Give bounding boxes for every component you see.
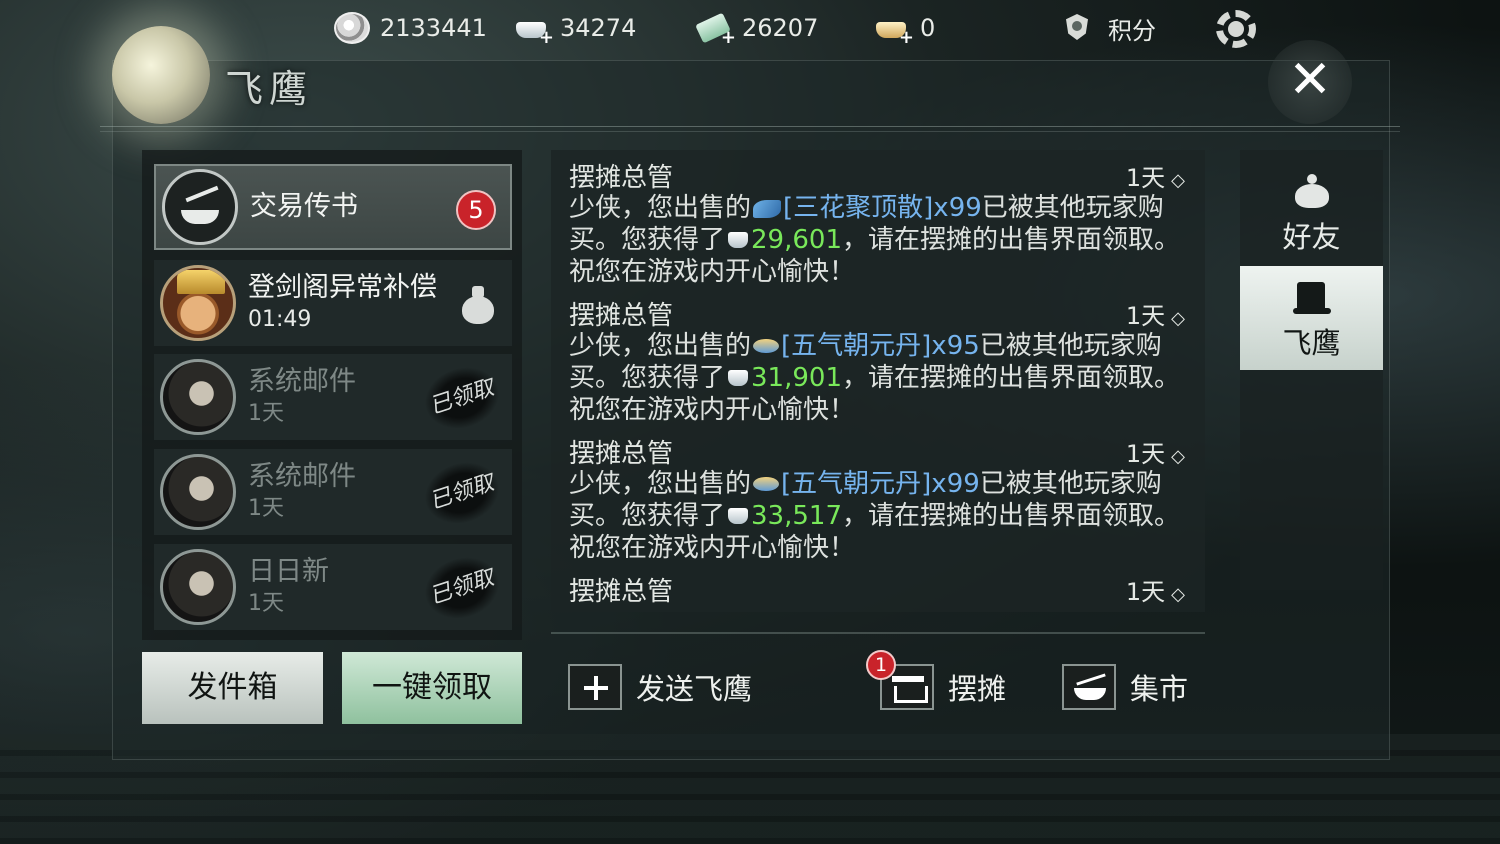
currency-value: 2133441 <box>380 14 487 42</box>
message-time: 1天 <box>1125 163 1166 192</box>
message-text: 少侠，您出售的 <box>569 193 752 223</box>
page-title: 飞鹰 <box>225 67 314 111</box>
unread-badge: 5 <box>456 190 496 230</box>
mail-item-system[interactable]: 系统邮件 1天 已领取 <box>154 449 512 535</box>
diamond-icon: ◇ <box>1171 307 1185 329</box>
outbox-button[interactable]: 发件箱 <box>142 652 323 724</box>
avatar <box>160 454 236 530</box>
silver-ingot-icon <box>728 232 749 248</box>
stall-button[interactable]: 摆摊 <box>880 662 1006 712</box>
close-button[interactable]: ✕ <box>1268 40 1352 124</box>
message-sender: 摆摊总管 <box>569 576 674 607</box>
message-text: 少侠，您出售的 <box>569 331 752 361</box>
plus-icon <box>568 664 622 710</box>
message-sender: 摆摊总管 <box>569 438 674 469</box>
stall-label: 摆摊 <box>948 672 1007 706</box>
shield-icon <box>1062 12 1098 44</box>
moon-emblem <box>112 26 210 124</box>
diamond-icon: ◇ <box>1171 169 1185 191</box>
item-link[interactable]: [五气朝元丹]x95 <box>781 331 980 361</box>
side-tabs: 好友 飞鹰 <box>1240 150 1383 590</box>
message-sender: 摆摊总管 <box>569 162 674 193</box>
message-body: 少侠，您出售的 [五气朝元丹]x99已被其他玩家购买。您获得了 33,517，请在摆… <box>569 468 1185 564</box>
amount: 33,517 <box>751 501 842 531</box>
header-divider <box>100 126 1400 132</box>
tab-label: 飞鹰 <box>1282 326 1341 360</box>
tab-label: 好友 <box>1282 220 1341 254</box>
mail-list: 交易传书 5 登剑阁异常补偿 01:49 系统邮件 1天 已领取 系统邮件 1天… <box>142 150 522 640</box>
claim-all-button[interactable]: 一键领取 <box>342 652 522 724</box>
message-body: 少侠，您出售的 [三花聚顶散]x99已被其他玩家购买。您获得了 29,601，请在摆… <box>569 192 1185 288</box>
points-label: 积分 <box>1108 16 1156 45</box>
scale-icon <box>162 169 238 245</box>
money-bag-icon <box>458 284 498 326</box>
currency-value: 0 <box>920 14 936 42</box>
currency-value: 26207 <box>742 14 819 42</box>
avatar <box>160 265 236 341</box>
message-text: 少侠，您出售的 <box>569 469 752 499</box>
message-time: 1天 <box>1125 439 1166 468</box>
mail-item-compensation[interactable]: 登剑阁异常补偿 01:49 <box>154 260 512 346</box>
mail-item-daily[interactable]: 日日新 1天 已领取 <box>154 544 512 630</box>
avatar <box>160 359 236 435</box>
message-entry: 摆摊总管 1天 ◇ 少侠，您出售的 [五气朝元丹]x99已被其他玩家购买。您获得了 3… <box>551 426 1205 564</box>
message-sender: 摆摊总管 <box>569 300 674 331</box>
send-message-button[interactable]: 发送飞鹰 <box>568 662 752 712</box>
message-body: 少侠，您出售的 [五气朝元丹]x95已被其他玩家购买。您获得了 31,901，请在摆… <box>569 330 1185 426</box>
currency-gold[interactable]: 0 <box>874 10 936 48</box>
amount: 31,901 <box>751 363 842 393</box>
message-list[interactable]: 摆摊总管 1天 ◇ 少侠，您出售的 [三花聚顶散]x99已被其他玩家购买。您获得了 2… <box>551 150 1205 612</box>
divider <box>551 632 1205 634</box>
message-entry: 摆摊总管 1天 ◇ 少侠，您出售的 [三花聚顶散]x99已被其他玩家购买。您获得了 2… <box>551 150 1205 288</box>
silver-ingot-icon <box>728 370 749 386</box>
currency-value: 34274 <box>560 14 637 42</box>
market-label: 集市 <box>1130 672 1189 706</box>
silver-ingot-icon <box>728 508 749 524</box>
mail-item-trade[interactable]: 交易传书 5 <box>154 164 512 250</box>
mail-item-system[interactable]: 系统邮件 1天 已领取 <box>154 354 512 440</box>
item-icon <box>753 339 780 353</box>
ticket-icon <box>696 12 736 48</box>
currency-coin[interactable]: 2133441 <box>334 10 487 46</box>
message-time: 1天 <box>1125 301 1166 330</box>
tab-flying-eagle[interactable]: 飞鹰 <box>1240 266 1383 370</box>
item-link[interactable]: [三花聚顶散]x99 <box>783 193 982 223</box>
send-label: 发送飞鹰 <box>636 672 753 706</box>
market-button[interactable]: 集市 <box>1062 662 1188 712</box>
avatar <box>160 549 236 625</box>
message-time: 1天 <box>1125 577 1166 606</box>
gold-ingot-icon <box>874 12 914 48</box>
points-button[interactable]: 积分 <box>1062 10 1156 46</box>
diamond-icon: ◇ <box>1171 445 1185 467</box>
diamond-icon: ◇ <box>1171 583 1185 605</box>
currency-silver[interactable]: 34274 <box>514 10 637 48</box>
silver-ingot-icon <box>514 12 554 48</box>
scale-icon <box>1062 664 1116 710</box>
tab-friends[interactable]: 好友 <box>1240 160 1383 264</box>
teapot-icon <box>1289 172 1335 212</box>
item-icon <box>753 200 782 218</box>
item-icon <box>753 477 780 491</box>
currency-ticket[interactable]: 26207 <box>696 10 819 48</box>
item-link[interactable]: [五气朝元丹]x99 <box>781 469 980 499</box>
coin-icon <box>334 12 370 44</box>
gear-icon[interactable] <box>1212 6 1260 52</box>
close-icon: ✕ <box>1288 50 1332 110</box>
scroll-icon <box>1289 278 1335 318</box>
message-entry: 摆摊总管 1天 ◇ 少侠，您出售的 [五气朝元丹]x95已被其他玩家购买。您获得了 3… <box>551 288 1205 426</box>
stall-badge: 1 <box>866 650 896 680</box>
message-entry: 摆摊总管 1天 ◇ <box>551 564 1205 607</box>
amount: 29,601 <box>751 225 842 255</box>
